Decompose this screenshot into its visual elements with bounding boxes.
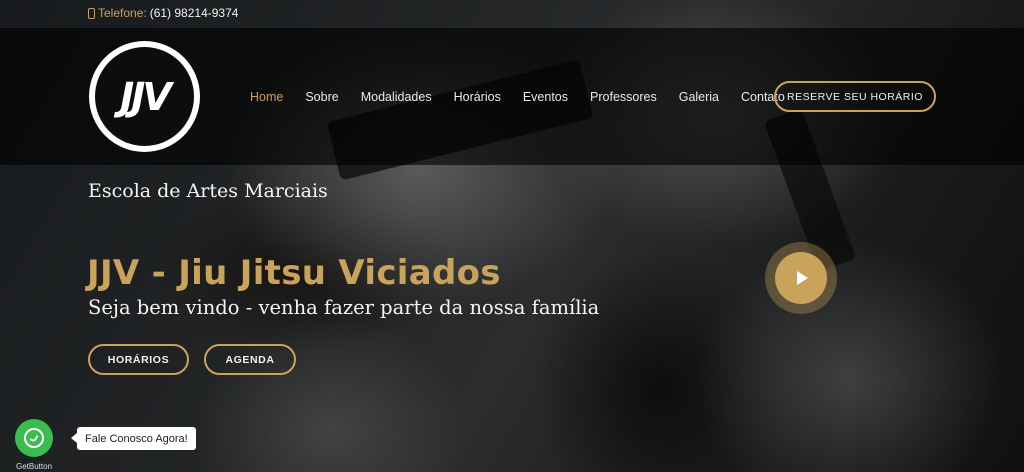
logo-text: JJV xyxy=(120,74,172,119)
whatsapp-button[interactable] xyxy=(15,419,53,457)
whatsapp-icon-handset xyxy=(29,433,39,443)
nav-item-eventos[interactable]: Eventos xyxy=(523,90,568,104)
nav-item-home[interactable]: Home xyxy=(250,90,283,104)
site-logo[interactable]: JJV xyxy=(89,41,200,152)
logo-badge: JJV xyxy=(95,47,194,146)
play-button-circle xyxy=(775,252,827,304)
agenda-button[interactable]: AGENDA xyxy=(204,344,296,375)
nav-item-galeria[interactable]: Galeria xyxy=(679,90,719,104)
nav-item-professores[interactable]: Professores xyxy=(590,90,657,104)
hero-tagline: Seja bem vindo - venha fazer parte da no… xyxy=(88,296,600,319)
video-play-button[interactable] xyxy=(765,242,837,314)
nav-item-modalidades[interactable]: Modalidades xyxy=(361,90,432,104)
hero-subtitle: Escola de Artes Marciais xyxy=(88,180,328,202)
horarios-button[interactable]: HORÁRIOS xyxy=(88,344,189,375)
phone-number: (61) 98214-9374 xyxy=(149,6,239,20)
getbutton-brand: GetButton xyxy=(16,462,53,471)
nav-item-horarios[interactable]: Horários xyxy=(454,90,501,104)
reserve-button[interactable]: RESERVE SEU HORÁRIO xyxy=(774,81,936,112)
phone-contact[interactable]: Telefone: (61) 98214-9374 xyxy=(88,6,238,20)
whatsapp-icon xyxy=(24,428,44,448)
phone-icon xyxy=(88,7,95,19)
main-nav: Home Sobre Modalidades Horários Eventos … xyxy=(250,90,807,104)
whatsapp-tooltip[interactable]: Fale Conosco Agora! xyxy=(71,427,196,450)
hero-title: JJV - Jiu Jitsu Viciados xyxy=(87,253,501,293)
site-header: JJV Home Sobre Modalidades Horários Even… xyxy=(0,28,1024,165)
top-bar: Telefone: (61) 98214-9374 xyxy=(0,0,1024,28)
play-icon xyxy=(797,271,808,285)
phone-label: Telefone: xyxy=(98,6,147,20)
nav-item-sobre[interactable]: Sobre xyxy=(305,90,338,104)
